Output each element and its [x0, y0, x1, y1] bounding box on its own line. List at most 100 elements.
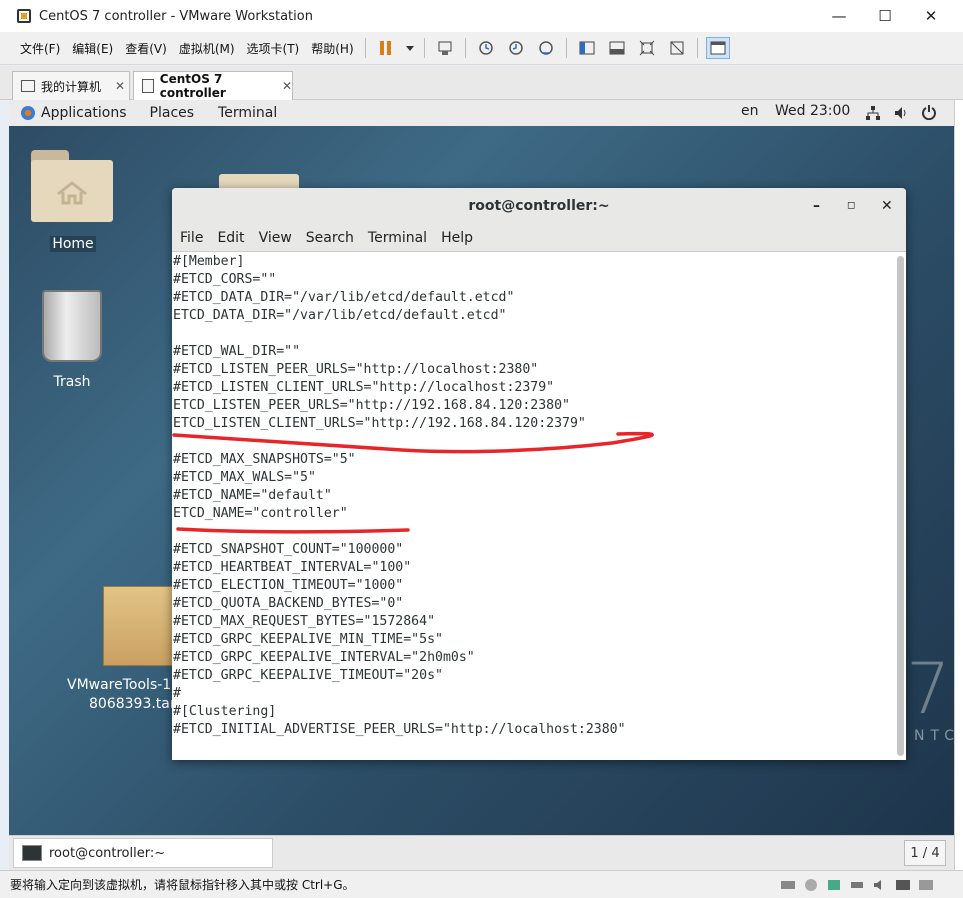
terminal-menu-edit[interactable]: Edit — [217, 230, 244, 246]
menu-view[interactable]: 查看(V) — [119, 40, 173, 57]
centos-watermark-text: NTC — [914, 728, 954, 744]
menu-file[interactable]: 文件(F) — [14, 40, 66, 57]
terminal-line: #ETCD_WAL_DIR="" — [173, 344, 301, 359]
snapshot-icon[interactable] — [474, 37, 498, 59]
vm-screen[interactable]: Applications Places Terminal en Wed 23:0… — [9, 100, 954, 870]
toolbar-separator — [423, 38, 425, 58]
terminal-menubar: File Edit View Search Terminal Help — [172, 224, 906, 252]
message-icon[interactable] — [918, 878, 934, 892]
network-icon[interactable] — [865, 105, 881, 121]
trash-icon — [42, 290, 102, 362]
terminal-line: #ETCD_GRPC_KEEPALIVE_TIMEOUT="20s" — [173, 668, 443, 683]
terminal-titlebar: root@controller:~ – ◻ ✕ — [172, 188, 906, 224]
thumbnail-icon[interactable] — [605, 37, 629, 59]
terminal-menu-help[interactable]: Help — [441, 230, 473, 246]
terminal-line: #ETCD_QUOTA_BACKEND_BYTES="0" — [173, 596, 404, 611]
terminal-minimize-button[interactable]: – — [813, 198, 820, 214]
revert-snapshot-icon[interactable] — [504, 37, 528, 59]
desktop-home[interactable]: Home — [31, 150, 115, 252]
statusbar: 要将输入定向到该虚拟机，请将鼠标指针移入其中或按 Ctrl+G。 — [0, 870, 963, 898]
snapshot-manager-icon[interactable] — [534, 37, 558, 59]
pause-icon[interactable] — [374, 37, 398, 59]
terminal-line: #ETCD_CORS="" — [173, 272, 277, 287]
unity-icon[interactable] — [665, 37, 689, 59]
applications-menu[interactable]: Applications — [41, 105, 127, 121]
terminal-line: #ETCD_SNAPSHOT_COUNT="100000" — [173, 542, 404, 557]
clock[interactable]: Wed 23:00 — [775, 103, 850, 119]
desktop-trash[interactable]: Trash — [39, 290, 105, 390]
places-menu[interactable]: Places — [150, 105, 195, 121]
network-adapter-icon[interactable] — [826, 878, 842, 892]
menu-tabs[interactable]: 选项卡(T) — [241, 40, 306, 57]
vm-icon — [142, 79, 154, 93]
taskbar-terminal-item[interactable]: root@controller:~ — [13, 838, 273, 868]
terminal-menu[interactable]: Terminal — [218, 105, 277, 121]
menu-edit[interactable]: 编辑(E) — [66, 40, 119, 57]
workspace-pager[interactable]: 1 / 4 — [904, 840, 946, 866]
cdrom-icon[interactable] — [803, 878, 819, 892]
terminal-line: #ETCD_MAX_SNAPSHOTS="5" — [173, 452, 356, 467]
close-button[interactable]: ✕ — [908, 0, 954, 32]
home-label: Home — [50, 236, 96, 252]
terminal-line: ETCD_DATA_DIR="/var/lib/etcd/default.etc… — [173, 308, 507, 323]
terminal-output[interactable]: #[Member] #ETCD_CORS="" #ETCD_DATA_DIR="/v… — [172, 252, 894, 760]
tab-centos-controller[interactable]: CentOS 7 controller ✕ — [133, 71, 293, 100]
terminal-menu-search[interactable]: Search — [306, 230, 354, 246]
close-tab-icon[interactable]: ✕ — [115, 79, 125, 93]
gnome-foot-icon — [21, 106, 35, 120]
terminal-menu-view[interactable]: View — [259, 230, 292, 246]
sound-icon[interactable] — [872, 878, 888, 892]
close-tab-icon[interactable]: ✕ — [282, 79, 292, 93]
toolbar-separator — [565, 38, 567, 58]
vmware-app-icon — [17, 9, 31, 23]
desktop-vmwaretools[interactable]: VMwareTools-1 8068393.tar — [67, 586, 177, 714]
fullscreen-icon[interactable] — [635, 37, 659, 59]
menu-help[interactable]: 帮助(H) — [305, 40, 359, 57]
terminal-line: #ETCD_INITIAL_ADVERTISE_PEER_URLS="http:… — [173, 722, 626, 737]
vmwaretools-label: VMwareTools-1 8068393.tar — [67, 676, 177, 714]
terminal-line: #ETCD_HEARTBEAT_INTERVAL="100" — [173, 560, 412, 575]
tab-my-computer[interactable]: 我的计算机 ✕ — [12, 71, 130, 100]
window-title: CentOS 7 controller - VMware Workstation — [39, 8, 313, 24]
lang-indicator[interactable]: en — [741, 103, 759, 119]
hdd-icon[interactable] — [780, 878, 796, 892]
maximize-button[interactable]: ☐ — [862, 0, 908, 32]
vmwaretools-label-line1: VMwareTools-1 — [67, 677, 172, 693]
terminal-maximize-button[interactable]: ◻ — [847, 200, 855, 211]
send-keys-icon[interactable] — [433, 37, 457, 59]
right-edge — [954, 100, 963, 870]
usb-icon[interactable] — [849, 878, 865, 892]
display-icon[interactable] — [895, 878, 911, 892]
centos-watermark-7: 7 — [906, 648, 951, 730]
gnome-bottombar: root@controller:~ 1 / 4 — [9, 835, 954, 870]
tab-label: CentOS 7 controller — [159, 72, 226, 100]
terminal-window[interactable]: root@controller:~ – ◻ ✕ File Edit View S… — [172, 188, 906, 760]
terminal-line: #ETCD_MAX_WALS="5" — [173, 470, 316, 485]
terminal-line: #ETCD_LISTEN_PEER_URLS="http://localhost… — [173, 362, 539, 377]
console-view-icon[interactable] — [705, 37, 730, 59]
vm-tabbar: 我的计算机 ✕ CentOS 7 controller ✕ — [0, 66, 963, 100]
terminal-line: ETCD_LISTEN_PEER_URLS="http://192.168.84… — [173, 398, 570, 413]
terminal-line: # — [173, 686, 181, 701]
terminal-scrollbar[interactable] — [897, 256, 904, 756]
volume-icon[interactable] — [893, 105, 909, 121]
terminal-close-button[interactable]: ✕ — [881, 198, 893, 214]
gnome-topbar: Applications Places Terminal en Wed 23:0… — [9, 100, 954, 126]
trash-label: Trash — [53, 374, 91, 390]
library-icon[interactable] — [575, 37, 599, 59]
terminal-line: #ETCD_LISTEN_CLIENT_URLS="http://localho… — [173, 380, 555, 395]
terminal-line: #ETCD_GRPC_KEEPALIVE_MIN_TIME="5s" — [173, 632, 443, 647]
pause-dropdown-icon[interactable] — [404, 37, 416, 59]
minimize-button[interactable]: — — [816, 0, 862, 32]
terminal-menu-file[interactable]: File — [180, 230, 203, 246]
toolbar-separator — [696, 38, 698, 58]
terminal-menu-terminal[interactable]: Terminal — [368, 230, 427, 246]
left-edge — [0, 100, 9, 870]
menu-vm[interactable]: 虚拟机(M) — [173, 40, 241, 57]
power-icon[interactable] — [921, 104, 937, 120]
terminal-line: #ETCD_DATA_DIR="/var/lib/etcd/default.et… — [173, 290, 515, 305]
tab-label: 我的计算机 — [41, 79, 102, 94]
